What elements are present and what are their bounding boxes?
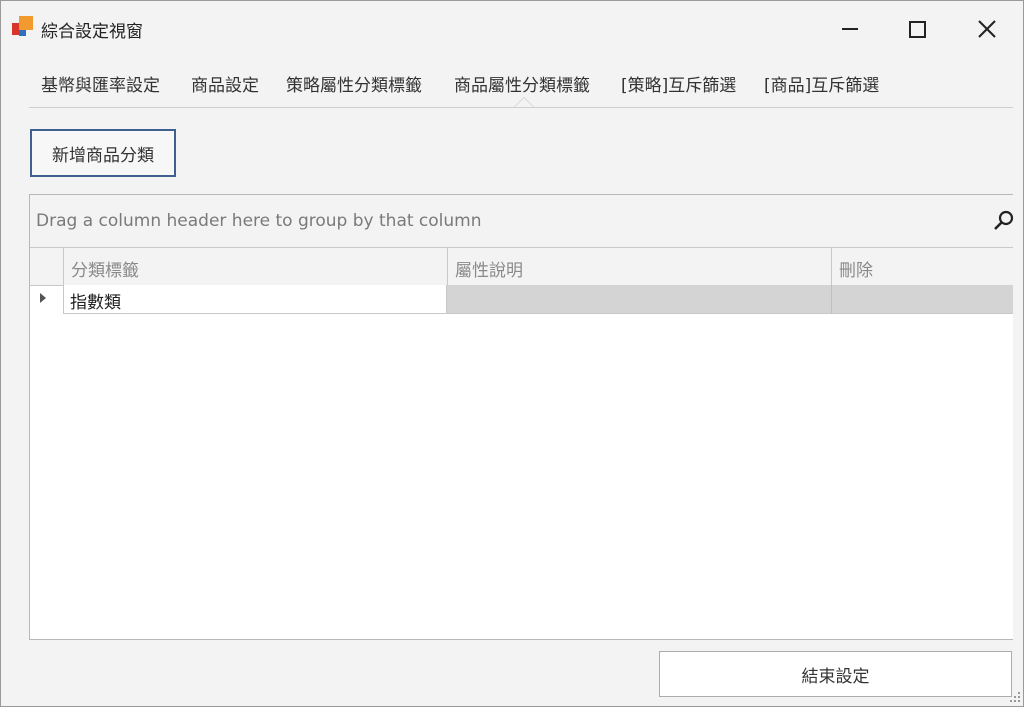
close-icon xyxy=(978,20,996,38)
table-row[interactable]: 指數類 xyxy=(30,285,1013,314)
resize-grip-icon[interactable] xyxy=(1009,691,1021,703)
category-grid: Drag a column header here to group by th… xyxy=(29,194,1016,640)
app-logo-icon xyxy=(12,16,36,40)
tab-strategy-exclusive-filter[interactable]: [策略]互斥篩選 xyxy=(621,71,736,96)
column-header-category[interactable]: 分類標籤 xyxy=(63,248,447,285)
tab-base-currency[interactable]: 基幣與匯率設定 xyxy=(41,71,160,96)
title-bar[interactable]: 綜合設定視窗 xyxy=(1,1,1023,55)
column-header-description[interactable]: 屬性說明 xyxy=(447,248,831,285)
column-header-delete[interactable]: 刪除 xyxy=(831,248,1013,285)
finish-settings-button[interactable]: 結束設定 xyxy=(659,651,1012,697)
maximize-button[interactable] xyxy=(894,11,940,47)
cell-category[interactable]: 指數類 xyxy=(63,285,447,314)
close-button[interactable] xyxy=(964,11,1010,47)
row-indicator-icon xyxy=(40,293,46,303)
grid-header-row: 分類標籤 屬性說明 刪除 xyxy=(30,248,1013,286)
minimize-icon xyxy=(842,28,858,30)
tab-strategy-attribute-tags[interactable]: 策略屬性分類標籤 xyxy=(286,71,422,96)
tab-product-exclusive-filter[interactable]: [商品]互斥篩選 xyxy=(764,71,879,96)
active-tab-indicator xyxy=(514,97,534,107)
tab-product-attribute-tags[interactable]: 商品屬性分類標籤 xyxy=(454,71,590,96)
cell-description[interactable] xyxy=(447,285,831,314)
cell-delete[interactable] xyxy=(831,285,1013,314)
settings-window: 綜合設定視窗 基幣與匯率設定 商品設定 策略屬性分類標籤 商品屬性分類標籤 [策… xyxy=(0,0,1024,707)
group-by-hint: Drag a column header here to group by th… xyxy=(36,211,482,231)
tab-product-settings[interactable]: 商品設定 xyxy=(191,71,259,96)
search-icon[interactable] xyxy=(992,209,1016,233)
window-title: 綜合設定視窗 xyxy=(41,22,143,42)
maximize-icon xyxy=(908,20,926,38)
group-by-panel[interactable]: Drag a column header here to group by th… xyxy=(30,195,1016,248)
add-product-category-button[interactable]: 新增商品分類 xyxy=(30,129,176,177)
minimize-button[interactable] xyxy=(827,11,873,47)
